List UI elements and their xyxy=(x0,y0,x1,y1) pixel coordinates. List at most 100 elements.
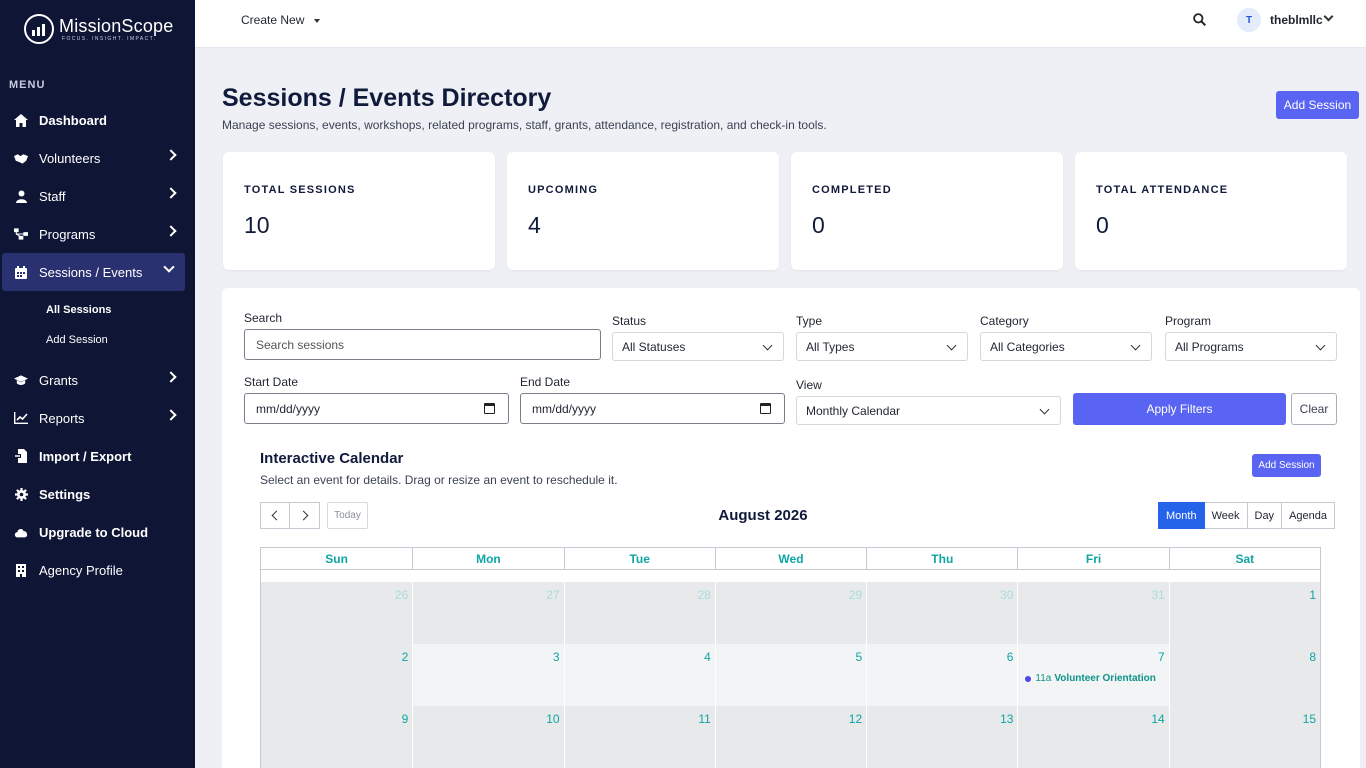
calendar-day[interactable]: 31 xyxy=(1017,582,1169,644)
chevron-down-icon xyxy=(1130,340,1141,351)
chevron-down-icon[interactable] xyxy=(1323,11,1334,22)
day-number: 3 xyxy=(552,650,560,664)
sidebar-item-agency-profile[interactable]: Agency Profile xyxy=(0,551,195,589)
day-number: 14 xyxy=(1151,712,1165,726)
calendar-all-day-row xyxy=(261,570,1320,582)
type-value: All Types xyxy=(806,339,855,354)
view-select[interactable]: Monthly Calendar xyxy=(796,396,1061,425)
calendar-picker-icon[interactable] xyxy=(484,403,495,414)
add-session-button[interactable]: Add Session xyxy=(1276,91,1359,119)
type-select[interactable]: All Types xyxy=(796,332,968,361)
day-number: 1 xyxy=(1309,588,1316,602)
program-label: Program xyxy=(1165,314,1212,328)
avatar[interactable]: T xyxy=(1237,8,1261,32)
sidebar-nav: Dashboard Volunteers Staff Programs Sess… xyxy=(0,101,195,589)
calendar-day[interactable]: 14 xyxy=(1017,706,1169,768)
brand-tagline: FOCUS. INSIGHT. IMPACT. xyxy=(62,35,157,42)
calendar-day[interactable]: 5 xyxy=(714,644,867,706)
subnav-add-session[interactable]: Add Session xyxy=(0,325,195,355)
sidebar-item-label: Upgrade to Cloud xyxy=(39,524,149,540)
sidebar-item-reports[interactable]: Reports xyxy=(0,399,195,437)
calendar-day[interactable]: 9 xyxy=(261,706,413,768)
calendar-day[interactable]: 13 xyxy=(866,706,1018,768)
view-value: Monthly Calendar xyxy=(806,403,901,418)
status-select[interactable]: All Statuses xyxy=(612,332,784,361)
program-value: All Programs xyxy=(1175,339,1244,354)
sidebar-item-sessions-events[interactable]: Sessions / Events xyxy=(2,253,185,291)
day-number: 2 xyxy=(401,650,409,664)
sidebar-item-settings[interactable]: Settings xyxy=(0,475,195,513)
stat-card-total-attendance: TOTAL ATTENDANCE 0 xyxy=(1075,152,1347,270)
view-agenda-button[interactable]: Agenda xyxy=(1282,502,1335,529)
calendar-day[interactable]: 11 xyxy=(563,706,715,768)
clear-button[interactable]: Clear xyxy=(1291,393,1337,425)
logo-mark-icon xyxy=(24,14,54,44)
start-date-input[interactable]: mm/dd/yyyy xyxy=(244,393,509,424)
event-dot-icon xyxy=(1025,675,1032,682)
weekday-label: Sat xyxy=(1168,548,1320,570)
view-week-button[interactable]: Week xyxy=(1204,502,1248,529)
weekday-header: Sun Mon Tue Wed Thu Fri Sat xyxy=(261,548,1320,570)
chevron-right-icon xyxy=(165,225,177,237)
chevron-down-icon xyxy=(946,340,957,351)
create-new-dropdown[interactable]: Create New xyxy=(241,13,321,27)
view-day-button[interactable]: Day xyxy=(1247,502,1283,529)
subnav-all-sessions[interactable]: All Sessions xyxy=(0,295,195,325)
sidebar-item-label: Volunteers xyxy=(39,150,101,166)
sidebar-item-programs[interactable]: Programs xyxy=(0,215,195,253)
sidebar-item-volunteers[interactable]: Volunteers xyxy=(0,139,195,177)
calendar-event[interactable]: 11a Volunteer Orientation xyxy=(1025,673,1156,684)
calendar-picker-icon[interactable] xyxy=(760,403,771,414)
apply-filters-button[interactable]: Apply Filters xyxy=(1073,393,1286,425)
stat-card-completed: COMPLETED 0 xyxy=(791,152,1063,270)
day-number: 31 xyxy=(1151,588,1165,602)
calendar-day[interactable]: 26 xyxy=(261,582,413,644)
sidebar-item-label: Programs xyxy=(39,226,96,242)
view-month-button[interactable]: Month xyxy=(1158,502,1205,529)
category-select[interactable]: All Categories xyxy=(980,332,1152,361)
handshake-icon xyxy=(14,151,28,165)
calendar-day[interactable]: 3 xyxy=(412,644,564,706)
calendar-day[interactable]: 2 xyxy=(261,644,413,706)
sidebar-item-label: Import / Export xyxy=(39,448,132,464)
calendar-add-session-button[interactable]: Add Session xyxy=(1252,454,1321,477)
stat-value: 0 xyxy=(812,212,825,238)
day-number: 12 xyxy=(848,712,863,726)
calendar-day[interactable]: 29 xyxy=(714,582,867,644)
sidebar-item-dashboard[interactable]: Dashboard xyxy=(0,101,195,139)
calendar-view-switcher: Month Week Day Agenda xyxy=(1158,502,1335,529)
sidebar: MissionScope FOCUS. INSIGHT. IMPACT. MEN… xyxy=(0,0,195,768)
user-name[interactable]: theblmllc xyxy=(1270,13,1323,27)
program-select[interactable]: All Programs xyxy=(1165,332,1337,361)
calendar-day[interactable]: 28 xyxy=(563,582,715,644)
calendar-day[interactable]: 8 xyxy=(1168,644,1320,706)
sidebar-item-staff[interactable]: Staff xyxy=(0,177,195,215)
day-number: 5 xyxy=(855,650,863,664)
view-label: View xyxy=(796,378,822,392)
calendar-day[interactable]: 12 xyxy=(714,706,867,768)
sidebar-item-label: Grants xyxy=(39,372,79,388)
weekday-label: Thu xyxy=(866,548,1017,570)
sidebar-item-grants[interactable]: Grants xyxy=(0,361,195,399)
calendar-day[interactable]: 30 xyxy=(866,582,1018,644)
sidebar-item-import-export[interactable]: Import / Export xyxy=(0,437,195,475)
brand-logo[interactable]: MissionScope FOCUS. INSIGHT. IMPACT. xyxy=(24,14,173,44)
line-chart-icon xyxy=(14,411,28,425)
search-icon[interactable] xyxy=(1193,13,1206,26)
calendar-day[interactable]: 6 xyxy=(866,644,1018,706)
end-date-label: End Date xyxy=(520,375,571,389)
calendar-week: 2 3 4 5 6 7 11a Volunteer Orientation 8 xyxy=(261,644,1320,706)
calendar-day[interactable]: 1 xyxy=(1168,582,1320,644)
sidebar-item-upgrade-cloud[interactable]: Upgrade to Cloud xyxy=(0,513,195,551)
calendar-day[interactable]: 15 xyxy=(1168,706,1320,768)
calendar-month-label: August 2026 xyxy=(718,507,808,524)
search-input[interactable]: Search sessions xyxy=(244,329,601,360)
calendar-day[interactable]: 10 xyxy=(412,706,564,768)
stat-label: UPCOMING xyxy=(528,184,599,196)
calendar-day[interactable]: 4 xyxy=(563,644,715,706)
end-date-input[interactable]: mm/dd/yyyy xyxy=(520,393,785,424)
calendar-day[interactable]: 7 11a Volunteer Orientation xyxy=(1017,644,1169,706)
category-value: All Categories xyxy=(990,339,1065,354)
caret-down-icon xyxy=(314,18,321,23)
calendar-day[interactable]: 27 xyxy=(412,582,564,644)
